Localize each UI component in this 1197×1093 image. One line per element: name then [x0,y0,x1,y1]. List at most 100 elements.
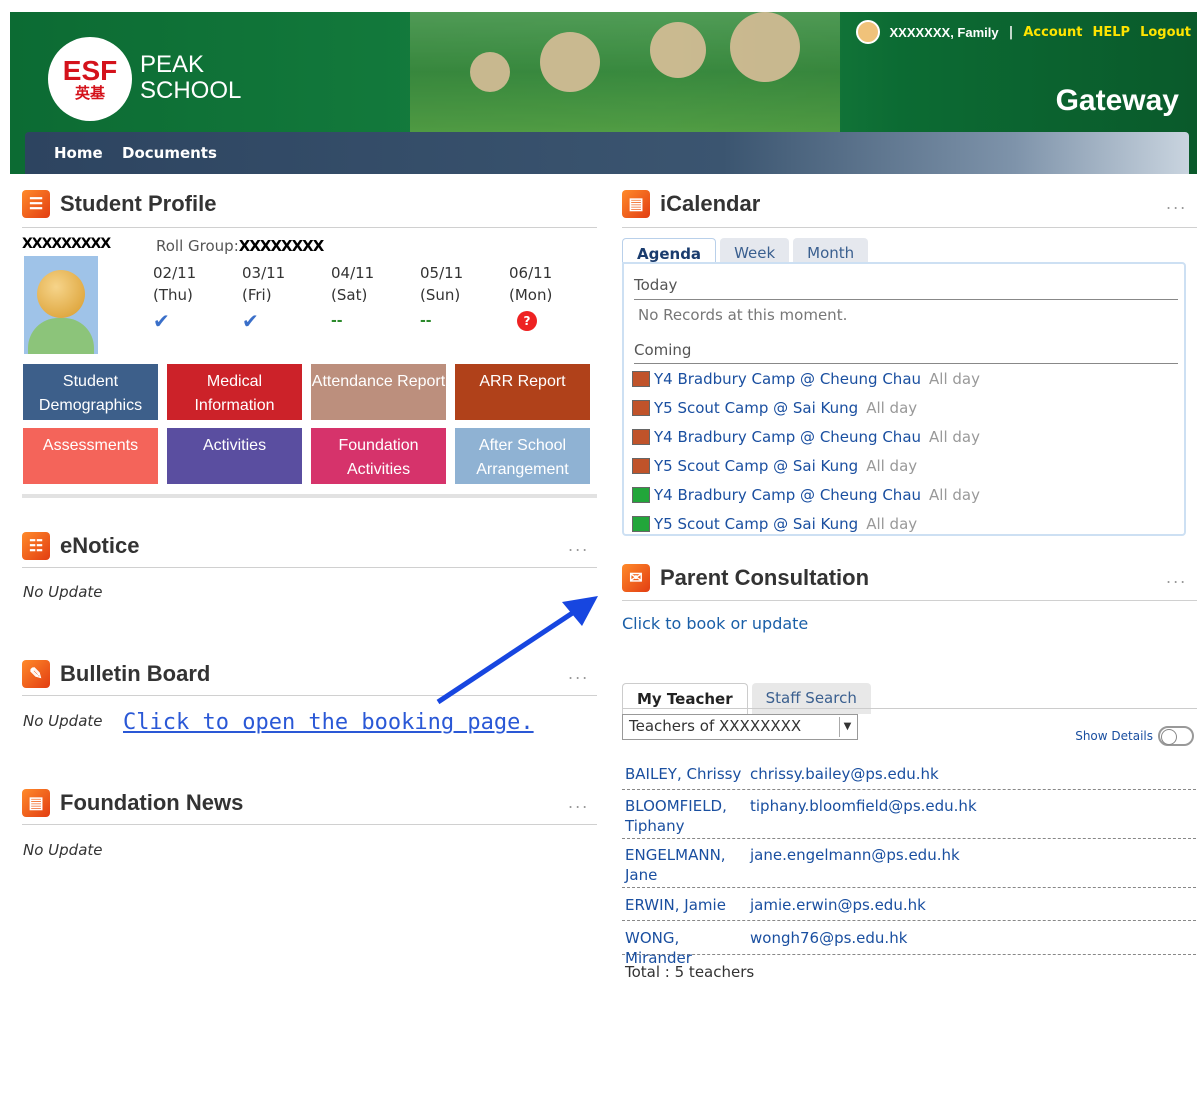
tab-staff-search[interactable]: Staff Search [751,683,871,714]
tile-student-demographics[interactable]: Student Demographics [23,364,158,420]
roll-group: Roll Group:XXXXXXXX [156,237,325,255]
foundation-news-more-button[interactable]: ... [568,793,589,812]
calendar-event[interactable]: Y5 Scout Camp @ Sai Kung All day [632,515,917,533]
book-consultation-link[interactable]: Click to book or update [622,614,808,633]
enotice-more-button[interactable]: ... [568,536,589,555]
teacher-row: BLOOMFIELD, Tiphany tiphany.bloomfield@p… [622,790,1196,839]
no-school-mark: -- [420,313,432,329]
teacher-select-value: Teachers of XXXXXXXX [629,717,802,735]
bulletin-board-title: ✎ Bulletin Board [22,660,210,688]
teacher-email[interactable]: wongh76@ps.edu.hk [750,928,907,948]
event-title: Y4 Bradbury Camp @ Cheung Chau [654,486,922,504]
calendar-event[interactable]: Y5 Scout Camp @ Sai Kung All day [632,399,917,417]
event-title: Y5 Scout Camp @ Sai Kung [654,515,859,533]
divider [22,824,597,825]
teacher-row: ERWIN, Jamie jamie.erwin@ps.edu.hk [622,888,1196,921]
tile-attendance-report[interactable]: Attendance Report [311,364,446,420]
parent-consultation-more-button[interactable]: ... [1166,568,1187,587]
nav-documents[interactable]: Documents [122,144,217,162]
divider [622,227,1197,228]
tile-activities[interactable]: Activities [167,428,302,484]
teacher-tabs: My Teacher Staff Search [622,683,871,714]
enotice-title: ☷ eNotice [22,532,139,560]
teacher-name[interactable]: BLOOMFIELD, Tiphany [625,796,745,836]
calendar-event[interactable]: Y4 Bradbury Camp @ Cheung Chau All day [632,486,980,504]
attendance-day: 03/11 (Fri) ✔ [242,262,302,332]
main-nav: Home Documents [25,132,1189,174]
attendance-date: 02/11 [153,264,197,282]
help-link[interactable]: HELP [1093,25,1131,40]
tile-foundation-activities[interactable]: Foundation Activities [311,428,446,484]
logout-link[interactable]: Logout [1140,25,1191,40]
teacher-email[interactable]: jamie.erwin@ps.edu.hk [750,895,926,915]
calendar-event[interactable]: Y5 Scout Camp @ Sai Kung All day [632,457,917,475]
coming-label: Coming [634,341,692,359]
event-color-icon [632,429,650,445]
student-profile-title: ☰ Student Profile [22,190,216,218]
foundation-news-content: No Update [23,841,103,859]
attendance-day: 05/11 (Sun) -- [420,262,480,332]
booking-page-annotation-link[interactable]: Click to open the booking page. [123,710,534,735]
teacher-name[interactable]: ENGELMANN, Jane [625,845,745,885]
icalendar-title-text: iCalendar [660,191,761,216]
event-title: Y5 Scout Camp @ Sai Kung [654,399,859,417]
tile-assessments[interactable]: Assessments [23,428,158,484]
attendance-dow: (Mon) [509,286,553,304]
attendance-dow: (Sun) [420,286,461,304]
icalendar-title: ▤ iCalendar [622,190,760,218]
teacher-name[interactable]: WONG, Mirander [625,928,745,968]
event-color-icon [632,487,650,503]
no-school-mark: -- [331,313,343,329]
divider [622,600,1197,601]
tile-medical-information[interactable]: Medical Information [167,364,302,420]
show-details-toggle[interactable] [1158,726,1194,746]
event-time: All day [929,428,980,446]
enotice-title-text: eNotice [60,533,140,558]
attendance-dow: (Sat) [331,286,368,304]
roll-group-value: XXXXXXXX [238,237,325,255]
present-check-icon: ✔ [242,309,259,333]
tile-after-school-arrangement[interactable]: After School Arrangement [455,428,590,484]
roll-group-label: Roll Group: [156,237,239,255]
attendance-date: 06/11 [509,264,553,282]
teacher-total: Total : 5 teachers [625,963,755,981]
teacher-email[interactable]: tiphany.bloomfield@ps.edu.hk [750,796,977,816]
teacher-email[interactable]: jane.engelmann@ps.edu.hk [750,845,960,865]
present-check-icon: ✔ [153,309,170,333]
account-link[interactable]: Account [1023,25,1082,40]
event-color-icon [632,516,650,532]
teacher-row: ENGELMANN, Jane jane.engelmann@ps.edu.hk [622,839,1196,888]
teacher-name[interactable]: ERWIN, Jamie [625,895,745,915]
divider [22,227,597,228]
school-name-line1: PEAK [140,51,205,78]
event-color-icon [632,458,650,474]
teacher-class-select[interactable]: Teachers of XXXXXXXX ▼ [622,714,858,740]
calendar-icon: ▤ [622,190,650,218]
header-banner-photo [410,12,840,132]
attendance-dow: (Fri) [242,286,272,304]
calendar-event[interactable]: Y4 Bradbury Camp @ Cheung Chau All day [632,428,980,446]
tile-arr-report[interactable]: ARR Report [455,364,590,420]
show-details-label: Show Details [1075,729,1153,743]
consultation-chat-icon: ✉ [622,564,650,592]
nav-home[interactable]: Home [54,144,103,162]
logo-text: ESF [62,55,118,86]
foundation-news-title-text: Foundation News [60,790,244,815]
event-time: All day [866,457,918,475]
event-title: Y5 Scout Camp @ Sai Kung [654,457,859,475]
teacher-name[interactable]: BAILEY, Chrissy [625,764,745,784]
bulletin-board-title-text: Bulletin Board [60,661,211,686]
event-time: All day [929,486,980,504]
divider [622,708,1197,709]
school-name: PEAK SCHOOL [140,52,241,104]
teacher-email[interactable]: chrissy.bailey@ps.edu.hk [750,764,939,784]
user-toolbar: XXXXXXX, Family | Account HELP Logout [855,20,1191,44]
divider [22,567,597,568]
bulletin-content: No Update [23,712,103,730]
tab-my-teacher[interactable]: My Teacher [622,683,748,714]
calendar-event[interactable]: Y4 Bradbury Camp @ Cheung Chau All day [632,370,980,388]
chevron-down-icon: ▼ [839,717,855,737]
esf-logo[interactable]: ESF 英基 [48,37,132,121]
event-color-icon [632,400,650,416]
icalendar-more-button[interactable]: ... [1166,194,1187,213]
